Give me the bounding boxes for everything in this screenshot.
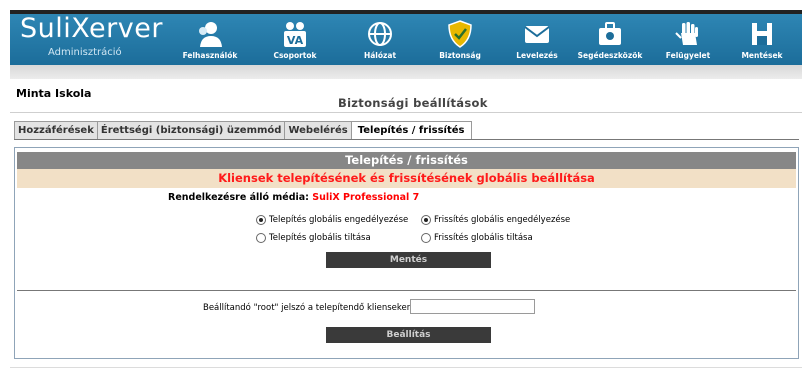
nav-groups[interactable]: VA Csoportok bbox=[255, 14, 335, 65]
nav-backups[interactable]: Mentések bbox=[722, 14, 802, 65]
radio-button-checked[interactable] bbox=[256, 215, 266, 225]
tab-install-update[interactable]: Telepítés / frissítés bbox=[350, 121, 472, 140]
root-password-input[interactable] bbox=[410, 299, 535, 314]
page-title: Biztonsági beállítások bbox=[338, 96, 488, 110]
root-password-label: Beállítandó "root" jelszó a telepítendő … bbox=[203, 303, 415, 313]
app-header: SuliXerver Adminisztráció Felhasználók V… bbox=[10, 13, 802, 65]
nav-network-label: Hálózat bbox=[363, 51, 397, 60]
shield-icon bbox=[448, 20, 472, 48]
save-button[interactable]: Mentés bbox=[326, 252, 491, 268]
tab-access[interactable]: Hozzáférések bbox=[14, 121, 97, 140]
header-shadow-bar bbox=[10, 65, 802, 79]
radio-button[interactable] bbox=[421, 233, 431, 243]
available-media: Rendelkezésre álló média: SuliX Professi… bbox=[168, 192, 419, 203]
nav-mail-label: Levelezés bbox=[516, 51, 558, 60]
radio-label: Telepítés globális tiltása bbox=[269, 233, 371, 243]
footer-line bbox=[10, 367, 802, 368]
nav-backups-label: Mentések bbox=[741, 51, 783, 60]
panel-subtitle: Kliensek telepítésének és frissítésének … bbox=[17, 169, 796, 188]
section-divider bbox=[17, 290, 796, 291]
tab-web-access[interactable]: Webelérés bbox=[284, 121, 351, 140]
nav-security[interactable]: Biztonság bbox=[420, 14, 500, 65]
logo-subtitle: Adminisztráció bbox=[48, 47, 122, 58]
tab-underline bbox=[14, 139, 799, 140]
nav-groups-label: Csoportok bbox=[273, 51, 317, 60]
nav-users-label: Felhasználók bbox=[182, 51, 238, 60]
install-update-panel: Telepítés / frissítés Kliensek telepítés… bbox=[14, 147, 799, 359]
media-label: Rendelkezésre álló média: bbox=[168, 192, 309, 203]
nav-supervision-label: Felügyelet bbox=[665, 51, 711, 60]
radio-label: Frissítés globális engedélyezése bbox=[434, 215, 571, 225]
app-logo[interactable]: SuliXerver Adminisztráció bbox=[18, 13, 163, 62]
radio-update-disable[interactable]: Frissítés globális tiltása bbox=[421, 233, 533, 243]
radio-label: Telepítés globális engedélyezése bbox=[269, 215, 409, 225]
tab-exam-mode[interactable]: Érettségi (biztonsági) üzemmód bbox=[96, 121, 285, 140]
toolbox-icon bbox=[599, 22, 621, 45]
svg-text:VA: VA bbox=[287, 34, 304, 47]
apply-button[interactable]: Beállítás bbox=[326, 327, 491, 343]
nav-security-label: Biztonság bbox=[439, 51, 481, 60]
nav-users[interactable]: Felhasználók bbox=[170, 14, 250, 65]
school-name: Minta Iskola bbox=[16, 87, 92, 100]
nav-tools[interactable]: Segédeszközök bbox=[570, 14, 650, 65]
radio-install-disable[interactable]: Telepítés globális tiltása bbox=[256, 233, 371, 243]
radio-button-checked[interactable] bbox=[421, 215, 431, 225]
mail-icon bbox=[524, 26, 550, 43]
radio-update-enable[interactable]: Frissítés globális engedélyezése bbox=[421, 215, 570, 225]
save-icon bbox=[752, 23, 772, 45]
users-icon bbox=[199, 22, 222, 47]
tab-bar: Hozzáférések Érettségi (biztonsági) üzem… bbox=[14, 121, 472, 140]
globe-icon bbox=[368, 22, 392, 46]
radio-label: Frissítés globális tiltása bbox=[434, 233, 533, 243]
logo-title: SuliXerver bbox=[20, 13, 163, 44]
nav-tools-label: Segédeszközök bbox=[577, 51, 643, 60]
divider bbox=[10, 112, 802, 113]
hand-icon bbox=[675, 22, 698, 45]
radio-button[interactable] bbox=[256, 233, 266, 243]
media-value: SuliX Professional 7 bbox=[312, 192, 420, 203]
groups-icon: VA bbox=[284, 22, 306, 47]
nav-mail[interactable]: Levelezés bbox=[497, 14, 577, 65]
nav-supervision[interactable]: Felügyelet bbox=[648, 14, 728, 65]
radio-install-enable[interactable]: Telepítés globális engedélyezése bbox=[256, 215, 408, 225]
nav-network[interactable]: Hálózat bbox=[340, 14, 420, 65]
panel-title: Telepítés / frissítés bbox=[17, 152, 796, 169]
